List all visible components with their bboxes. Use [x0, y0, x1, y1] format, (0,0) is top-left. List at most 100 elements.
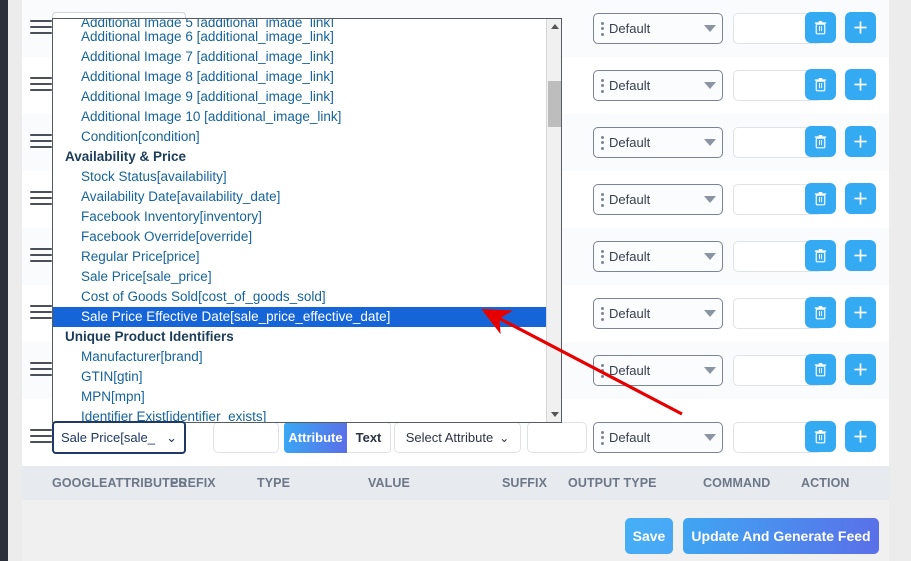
trash-icon [814, 77, 827, 91]
output-type-select[interactable]: Default [593, 13, 723, 44]
output-type-value: Default [609, 21, 651, 36]
output-type-select[interactable]: Default [593, 70, 723, 101]
grip-dots-icon [598, 249, 606, 264]
value-attribute-select-label: Select Attribute [405, 430, 494, 445]
grip-dots-icon [598, 21, 606, 36]
grip-dots-icon [598, 363, 606, 378]
dropdown-item[interactable]: Cost of Goods Sold[cost_of_goods_sold] [53, 287, 548, 307]
trash-icon [814, 305, 827, 319]
output-type-select[interactable]: Default [593, 422, 723, 453]
drag-handle-icon[interactable] [30, 429, 52, 445]
drag-handle-icon[interactable] [30, 305, 52, 321]
drag-handle-icon[interactable] [30, 248, 52, 264]
delete-row-button[interactable] [805, 126, 836, 157]
output-type-select[interactable]: Default [593, 355, 723, 386]
column-header-value: VALUE [368, 476, 410, 490]
dropdown-item[interactable]: Availability Date[availability_date] [53, 187, 548, 207]
dropdown-item[interactable]: GTIN[gtin] [53, 367, 548, 387]
dropdown-item[interactable]: Additional Image 9 [additional_image_lin… [53, 87, 548, 107]
dropdown-item-cutoff[interactable]: Additional Image 5 [additional_image_lin… [53, 19, 548, 27]
add-row-button[interactable] [845, 126, 876, 157]
delete-row-button[interactable] [805, 183, 836, 214]
output-type-select[interactable]: Default [593, 127, 723, 158]
googleattributes-select[interactable]: Sale Price[sale_ ⌄ [52, 421, 186, 454]
dropdown-item[interactable]: Additional Image 6 [additional_image_lin… [53, 27, 548, 47]
drag-handle-icon[interactable] [30, 134, 52, 150]
add-row-button[interactable] [845, 240, 876, 271]
output-type-select[interactable]: Default [593, 241, 723, 272]
caret-down-icon [704, 434, 716, 441]
drag-handle-icon[interactable] [30, 20, 52, 36]
dropdown-item[interactable]: Manufacturer[brand] [53, 347, 548, 367]
column-header-output-type: OUTPUT TYPE [568, 476, 657, 490]
grip-dots-icon [598, 192, 606, 207]
plus-icon [854, 430, 867, 443]
delete-row-button[interactable] [805, 297, 836, 328]
dropdown-item-selected[interactable]: Sale Price Effective Date[sale_price_eff… [53, 307, 548, 327]
drag-handle-icon[interactable] [30, 77, 52, 93]
delete-row-button[interactable] [805, 354, 836, 385]
trash-icon [814, 134, 827, 148]
update-and-generate-feed-button[interactable]: Update And Generate Feed [683, 518, 879, 554]
type-toggle-text[interactable]: Text [347, 422, 391, 453]
add-row-button[interactable] [845, 12, 876, 43]
delete-row-button[interactable] [805, 421, 836, 452]
trash-icon [814, 429, 827, 443]
trash-icon [814, 191, 827, 205]
dropdown-item[interactable]: Sale Price[sale_price] [53, 267, 548, 287]
dropdown-item[interactable]: Additional Image 7 [additional_image_lin… [53, 47, 548, 67]
plus-icon [854, 21, 867, 34]
prefix-input[interactable] [213, 422, 279, 453]
drag-handle-icon[interactable] [30, 191, 52, 207]
delete-row-button[interactable] [805, 69, 836, 100]
output-type-select[interactable]: Default [593, 298, 723, 329]
dropdown-scrollbar[interactable] [546, 19, 561, 422]
add-row-button[interactable] [845, 421, 876, 452]
dropdown-item[interactable]: Stock Status[availability] [53, 167, 548, 187]
plus-icon [854, 78, 867, 91]
dropdown-group-header: Availability & Price [65, 149, 187, 164]
output-type-select[interactable]: Default [593, 184, 723, 215]
dropdown-item[interactable]: Facebook Override[override] [53, 227, 548, 247]
value-attribute-select[interactable]: Select Attribute ⌄ [394, 422, 521, 453]
grip-dots-icon [598, 135, 606, 150]
plus-icon [854, 192, 867, 205]
suffix-input[interactable] [527, 422, 587, 453]
scroll-up-arrow-icon[interactable] [547, 19, 561, 34]
dropdown-item[interactable]: Condition[condition] [53, 127, 548, 147]
right-gutter [889, 0, 911, 561]
caret-down-icon [704, 367, 716, 374]
delete-row-button[interactable] [805, 240, 836, 271]
dropdown-item[interactable]: MPN[mpn] [53, 387, 548, 407]
caret-down-icon [704, 139, 716, 146]
column-header-type: TYPE [257, 476, 291, 490]
plus-icon [854, 249, 867, 262]
add-row-button[interactable] [845, 183, 876, 214]
dropdown-item[interactable]: Regular Price[price] [53, 247, 548, 267]
dropdown-item[interactable]: Facebook Inventory[inventory] [53, 207, 548, 227]
grip-dots-icon [598, 430, 606, 445]
column-header-prefix: PREFIX [170, 476, 216, 490]
add-row-button[interactable] [845, 354, 876, 385]
output-type-value: Default [609, 78, 651, 93]
add-row-button[interactable] [845, 69, 876, 100]
drag-handle-icon[interactable] [30, 362, 52, 378]
output-type-value: Default [609, 430, 651, 445]
plus-icon [854, 135, 867, 148]
dropdown-option-list[interactable]: Additional Image 5 [additional_image_lin… [53, 19, 548, 422]
left-gutter [8, 0, 22, 561]
caret-down-icon [704, 82, 716, 89]
type-toggle-attribute[interactable]: Attribute [284, 422, 347, 453]
scroll-down-arrow-icon[interactable] [547, 407, 561, 422]
chevron-down-icon: ⌄ [166, 429, 177, 445]
plus-icon [854, 363, 867, 376]
googleattributes-dropdown[interactable]: Additional Image 5 [additional_image_lin… [52, 18, 562, 423]
trash-icon [814, 20, 827, 34]
delete-row-button[interactable] [805, 12, 836, 43]
save-button[interactable]: Save [625, 518, 673, 554]
output-type-value: Default [609, 192, 651, 207]
dropdown-item[interactable]: Additional Image 8 [additional_image_lin… [53, 67, 548, 87]
dropdown-item[interactable]: Additional Image 10 [additional_image_li… [53, 107, 548, 127]
scrollbar-thumb[interactable] [548, 81, 561, 127]
add-row-button[interactable] [845, 297, 876, 328]
